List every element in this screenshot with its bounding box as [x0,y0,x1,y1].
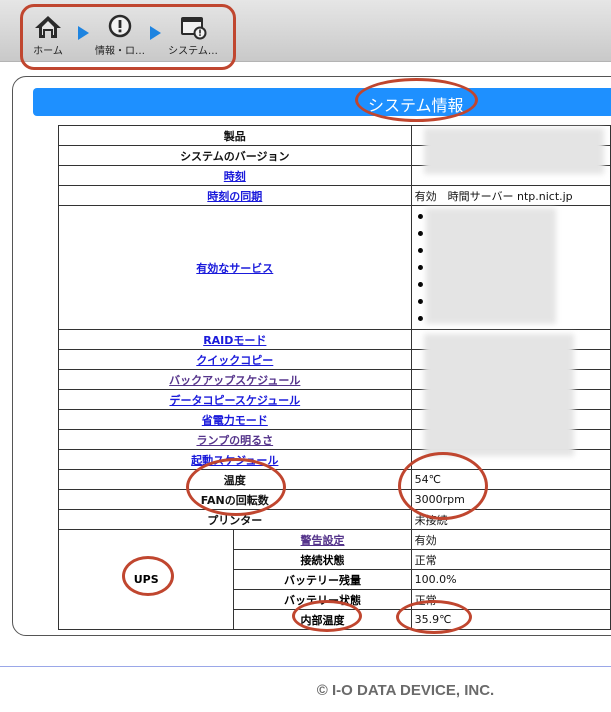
raid-mode-link[interactable]: RAIDモード [203,334,266,347]
ups-warning-settings-link[interactable]: 警告設定 [301,534,345,547]
footer-divider [0,666,611,667]
ups-internal-temp-label: 内部温度 [233,609,412,630]
table-row: 時刻の同期 有効 時間サーバー ntp.nict.jp [58,185,611,206]
time-sync-link[interactable]: 時刻の同期 [207,190,262,203]
table-row: UPS 警告設定 有効 [57,529,611,630]
ups-connection-status-label: 接続状態 [233,549,412,570]
ups-battery-remaining-value: 100.0% [410,569,611,590]
system-version-label: システムのバージョン [58,145,412,166]
home-icon [35,16,61,38]
power-saving-link[interactable]: 省電力モード [202,414,268,427]
ups-battery-status-label: バッテリー状態 [233,589,412,610]
ups-battery-remaining-label: バッテリー残量 [233,569,412,590]
table-row: プリンター 未接続 [58,509,611,530]
redacted-area [424,128,604,174]
breadcrumb-home-label: ホーム [33,46,63,57]
boot-schedule-link[interactable]: 起動スケジュール [191,454,278,467]
time-link[interactable]: 時刻 [224,170,246,183]
time-sync-value: 有効 時間サーバー ntp.nict.jp [410,185,611,206]
table-row: FANの回転数 3000rpm [58,489,611,510]
ups-warning-settings-value: 有効 [410,529,611,550]
redacted-area [426,208,556,324]
system-icon [181,17,207,40]
page-title-bar: システム情報 [33,88,611,116]
data-copy-schedule-link[interactable]: データコピースケジュール [169,394,300,407]
lamp-brightness-link[interactable]: ランプの明るさ [196,434,273,447]
printer-label: プリンター [58,509,412,530]
table-row: 温度 54℃ [58,469,611,490]
ups-connection-status-value: 正常 [410,549,611,570]
ups-battery-status-value: 正常 [410,589,611,610]
fan-speed-value: 3000rpm [410,489,611,510]
breadcrumb-info[interactable]: 情報・ロ… [85,14,155,57]
temperature-value: 54℃ [410,469,611,490]
breadcrumb-system[interactable]: システム… [158,14,228,57]
ups-internal-temp-value: 35.9℃ [410,609,611,630]
breadcrumb-info-label: 情報・ロ… [95,46,145,57]
breadcrumb-system-label: システム… [168,46,218,57]
breadcrumb-home[interactable]: ホーム [13,14,83,57]
info-icon [108,14,132,38]
top-navigation-bar: ホーム 情報・ロ… システム… [0,0,611,62]
page-title: システム情報 [368,96,464,115]
fan-speed-label: FANの回転数 [58,489,412,510]
copyright: © I-O DATA DEVICE, INC. [316,682,495,699]
printer-value: 未接続 [410,509,611,530]
quick-copy-link[interactable]: クイックコピー [196,354,273,367]
services-link[interactable]: 有効なサービス [196,262,273,275]
redacted-area [424,334,574,456]
temperature-label: 温度 [58,469,412,490]
backup-schedule-link[interactable]: バックアップスケジュール [169,374,300,387]
ups-label: UPS [57,529,235,630]
product-label: 製品 [58,125,412,146]
